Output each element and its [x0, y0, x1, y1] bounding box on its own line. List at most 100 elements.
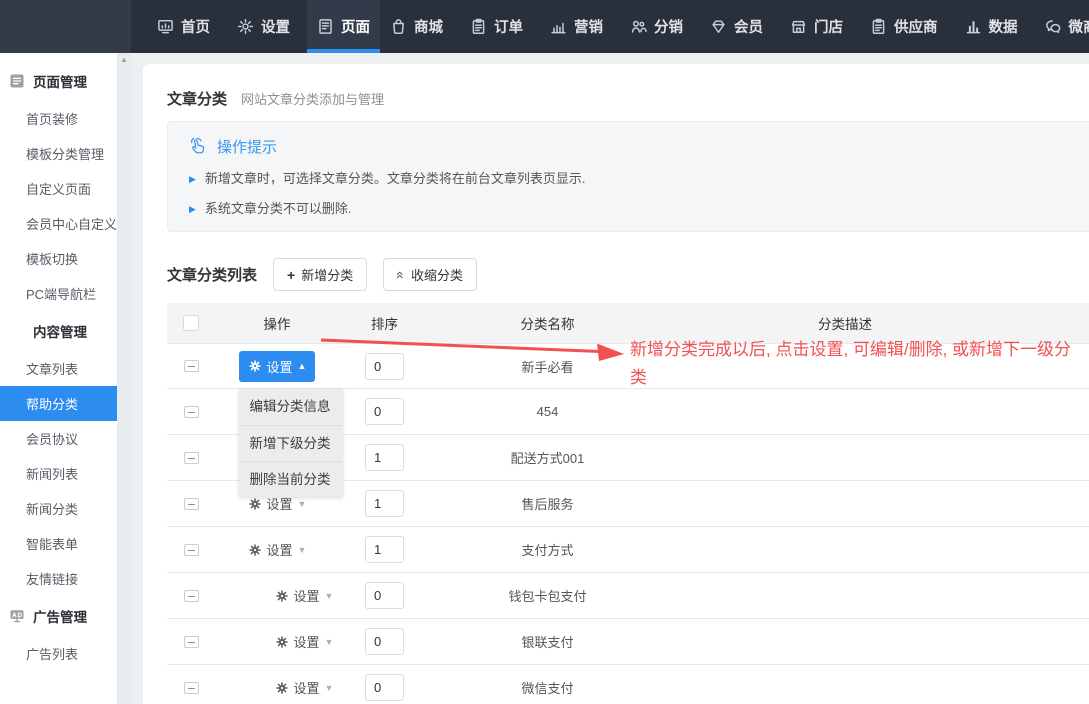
gear-icon: [275, 589, 289, 603]
caret-down-icon: ▼: [298, 499, 307, 509]
expand-toggle-icon[interactable]: [184, 406, 199, 418]
collapse-icon: «: [393, 271, 409, 279]
nav-item-门店[interactable]: 门店: [780, 0, 860, 53]
expand-toggle-icon[interactable]: [184, 360, 199, 372]
nav-item-分销[interactable]: 分销: [620, 0, 700, 53]
dropdown-item-新增下级分类[interactable]: 新增下级分类: [239, 425, 343, 461]
gear-icon: [248, 543, 262, 557]
sidebar-item-首页装修[interactable]: 首页装修: [0, 101, 117, 136]
expand-toggle-icon[interactable]: [184, 498, 199, 510]
caret-up-icon: ▲: [298, 361, 307, 371]
nav-item-微商城[interactable]: 微商城: [1035, 0, 1089, 53]
column-header-desc: 分类描述: [665, 313, 1025, 333]
sidebar-section-页面管理[interactable]: 页面管理: [0, 61, 117, 101]
tip-box: 操作提示 ▶新增文章时，可选择文章分类。文章分类将在前台文章列表页显示.▶系统文…: [167, 121, 1089, 232]
content-card: 文章分类 网站文章分类添加与管理 操作提示 ▶新增文章时，可选择文章分类。文章分…: [143, 64, 1089, 704]
table-row: 设置 ▼ 微信支付: [167, 665, 1089, 704]
wechat-mall-icon: [1045, 18, 1062, 35]
expand-toggle-icon[interactable]: [184, 590, 199, 602]
sidebar-item-模板分类管理[interactable]: 模板分类管理: [0, 136, 117, 171]
settings-dropdown-button[interactable]: 设置 ▼: [275, 586, 334, 605]
data-icon: [965, 18, 982, 35]
nav-item-营销[interactable]: 营销: [540, 0, 620, 53]
sort-input[interactable]: [365, 674, 404, 701]
category-name: 钱包卡包支付: [430, 586, 665, 605]
plus-icon: +: [287, 267, 295, 283]
sidebar-section-广告管理[interactable]: 广告管理: [0, 596, 117, 636]
caret-down-icon: ▼: [298, 545, 307, 555]
add-category-button[interactable]: + 新增分类: [273, 258, 367, 291]
sort-input[interactable]: [365, 536, 404, 563]
sort-input[interactable]: [365, 490, 404, 517]
expand-toggle-icon[interactable]: [184, 682, 199, 694]
sort-input[interactable]: [365, 582, 404, 609]
nav-item-会员[interactable]: 会员: [700, 0, 780, 53]
dashboard-icon: [157, 18, 174, 35]
gear-icon: [275, 681, 289, 695]
nav-item-设置[interactable]: 设置: [227, 0, 307, 53]
bullet-icon: ▶: [189, 174, 196, 185]
table-row: 设置 ▼ 银联支付: [167, 619, 1089, 665]
gear-icon: [248, 359, 262, 373]
sidebar-item-PC端导航栏[interactable]: PC端导航栏: [0, 276, 117, 311]
expand-toggle-icon[interactable]: [184, 452, 199, 464]
category-name: 微信支付: [430, 678, 665, 697]
caret-down-icon: ▼: [325, 591, 334, 601]
sort-input[interactable]: [365, 628, 404, 655]
main-area: 文章分类 网站文章分类添加与管理 操作提示 ▶新增文章时，可选择文章分类。文章分…: [131, 53, 1089, 704]
nav-item-首页[interactable]: 首页: [147, 0, 227, 53]
settings-dropdown-menu: 编辑分类信息新增下级分类删除当前分类: [239, 389, 343, 497]
sidebar-item-智能表单[interactable]: 智能表单: [0, 526, 117, 561]
top-navigation: 首页 设置 页面 商城 订单 营销 分销 会员 门店 供应商: [131, 0, 1089, 53]
member-icon: [710, 18, 727, 35]
select-all-checkbox[interactable]: [183, 315, 199, 331]
sidebar-item-文章列表[interactable]: 文章列表: [0, 351, 117, 386]
sidebar-item-新闻分类[interactable]: 新闻分类: [0, 491, 117, 526]
sidebar-item-新闻列表[interactable]: 新闻列表: [0, 456, 117, 491]
sidebar-item-自定义页面[interactable]: 自定义页面: [0, 171, 117, 206]
supplier-icon: [870, 18, 887, 35]
sidebar-item-帮助分类[interactable]: 帮助分类: [0, 386, 117, 421]
tip-line: ▶新增文章时，可选择文章分类。文章分类将在前台文章列表页显示.: [186, 168, 1088, 187]
top-bar: 首页 设置 页面 商城 订单 营销 分销 会员 门店 供应商: [0, 0, 1089, 53]
column-header-name: 分类名称: [430, 313, 665, 333]
marketing-icon: [550, 18, 567, 35]
nav-item-订单[interactable]: 订单: [460, 0, 540, 53]
gear-icon: [237, 18, 254, 35]
expand-toggle-icon[interactable]: [184, 636, 199, 648]
page-title: 文章分类: [167, 88, 227, 109]
sort-input[interactable]: [365, 398, 404, 425]
sidebar-scrollbar[interactable]: ▲: [117, 53, 131, 704]
nav-item-商城[interactable]: 商城: [380, 0, 460, 53]
dropdown-item-删除当前分类[interactable]: 删除当前分类: [239, 461, 343, 497]
sidebar-item-会员协议[interactable]: 会员协议: [0, 421, 117, 456]
sidebar-section-内容管理[interactable]: 内容管理: [0, 311, 117, 351]
sidebar-item-模板切换[interactable]: 模板切换: [0, 241, 117, 276]
page-icon: [317, 18, 334, 35]
nav-item-供应商[interactable]: 供应商: [860, 0, 955, 53]
order-icon: [470, 18, 487, 35]
expand-toggle-icon[interactable]: [184, 544, 199, 556]
nav-item-数据[interactable]: 数据: [955, 0, 1035, 53]
table-row: 设置 ▼ 钱包卡包支付: [167, 573, 1089, 619]
gear-icon: [248, 497, 262, 511]
sort-input[interactable]: [365, 444, 404, 471]
sort-input[interactable]: [365, 353, 404, 380]
sidebar-item-友情链接[interactable]: 友情链接: [0, 561, 117, 596]
nav-item-页面[interactable]: 页面: [307, 0, 380, 53]
collapse-categories-button[interactable]: « 收缩分类: [383, 258, 477, 291]
settings-dropdown-button[interactable]: 设置 ▼: [275, 632, 334, 651]
scroll-up-icon[interactable]: ▲: [117, 53, 131, 67]
distribution-icon: [630, 18, 647, 35]
column-header-sort: 排序: [339, 313, 430, 333]
sidebar-item-会员中心自定义[interactable]: 会员中心自定义: [0, 206, 117, 241]
sidebar-item-广告列表[interactable]: 广告列表: [0, 636, 117, 671]
category-name: 454: [430, 404, 665, 419]
bullet-icon: ▶: [189, 204, 196, 215]
page-header: 文章分类 网站文章分类添加与管理: [167, 88, 1089, 109]
settings-dropdown-button[interactable]: 设置 ▼: [248, 540, 307, 559]
mall-icon: [390, 18, 407, 35]
settings-dropdown-button[interactable]: 设置 ▲: [239, 351, 316, 382]
dropdown-item-编辑分类信息[interactable]: 编辑分类信息: [239, 389, 343, 425]
settings-dropdown-button[interactable]: 设置 ▼: [275, 678, 334, 697]
